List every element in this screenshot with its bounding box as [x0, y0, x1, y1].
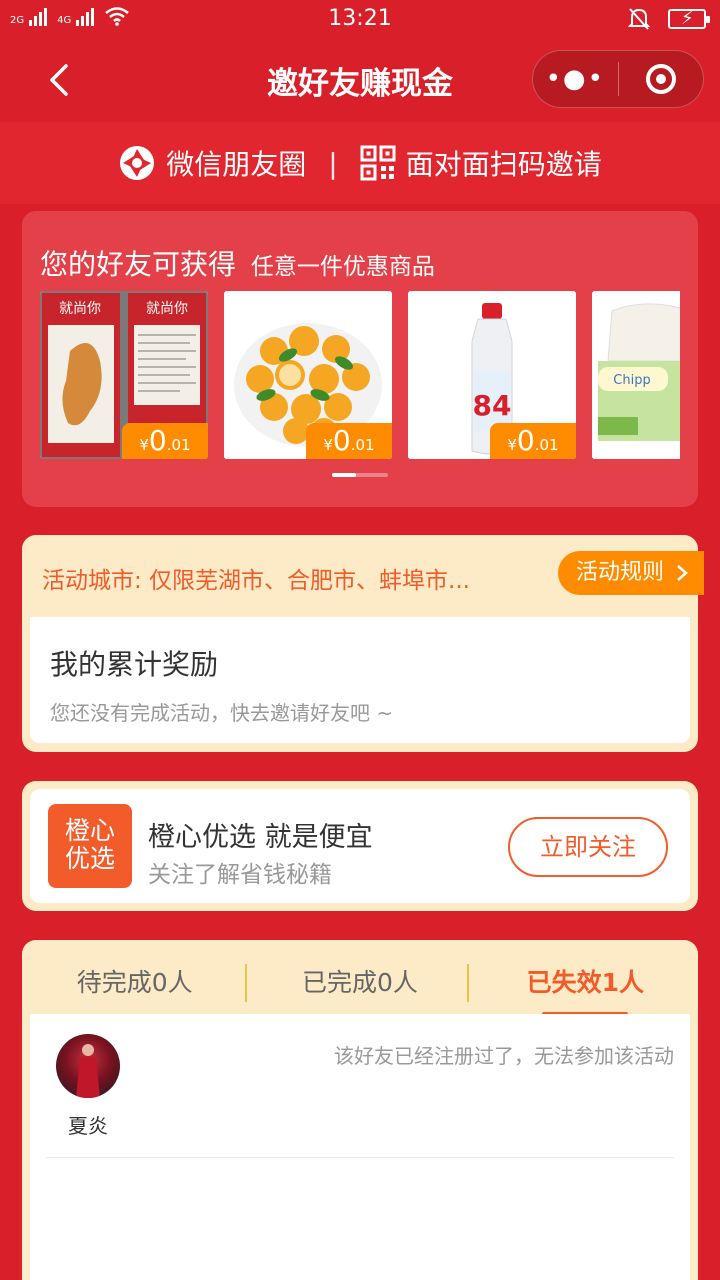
- follow-card: 橙心 优选 橙心优选 就是便宜 关注了解省钱秘籍 立即关注: [22, 781, 698, 911]
- friends-tabs: 待完成0人 已完成0人 已失效1人: [22, 940, 698, 1016]
- svg-text:84: 84: [473, 389, 512, 422]
- bell-off-icon: [628, 8, 650, 30]
- brand-logo-line2: 优选: [64, 844, 115, 873]
- tab-expired[interactable]: 已失效1人: [473, 940, 698, 1016]
- price-integer: 0: [148, 424, 167, 457]
- avatar-image: [76, 1044, 100, 1098]
- friends-list: 夏炎 该好友已经注册过了，无法参加该活动: [30, 1014, 690, 1280]
- more-dots-icon[interactable]: •●•: [533, 50, 618, 108]
- share-row: 微信朋友圈 | 面对面扫码邀请: [0, 122, 720, 204]
- goods-item[interactable]: 84 ¥0.01: [408, 291, 576, 459]
- currency-symbol: ¥: [139, 436, 149, 454]
- battery-charging-icon: ⚡: [668, 8, 710, 29]
- prize-title-main: 您的好友可获得: [40, 248, 237, 281]
- status-bar: 2G 4G 13:21 ⚡: [0, 0, 720, 40]
- price-integer: 0: [332, 424, 351, 457]
- carousel-indicator: [332, 473, 388, 477]
- brand-logo-line1: 橙心: [64, 816, 115, 845]
- price-tag: ¥0.01: [122, 423, 208, 459]
- share-qr-label: 面对面扫码邀请: [405, 148, 602, 181]
- svg-text:Chipp: Chipp: [613, 373, 650, 388]
- activity-city-text: 活动城市: 仅限芜湖市、合肥市、蚌埠市...: [42, 568, 470, 594]
- nav-bar: 邀好友赚现金 •●•: [0, 40, 720, 122]
- follow-title: 橙心优选 就是便宜: [148, 822, 373, 853]
- reward-panel: 我的累计奖励 您还没有完成活动，快去邀请好友吧 ~: [30, 617, 690, 743]
- avatar: [56, 1034, 120, 1098]
- price-tag: ¥0.01: [306, 423, 392, 459]
- follow-button[interactable]: 立即关注: [508, 817, 668, 877]
- goods-item[interactable]: ¥0.01: [224, 291, 392, 459]
- reward-title: 我的累计奖励: [50, 648, 219, 681]
- list-item: 夏炎 该好友已经注册过了，无法参加该活动: [46, 1014, 674, 1158]
- brand-logo: 橙心 优选: [48, 804, 132, 888]
- price-integer: 0: [516, 424, 535, 457]
- price-decimal: .01: [350, 436, 375, 454]
- camera-shutter-icon: [120, 146, 155, 180]
- friends-card: 待完成0人 已完成0人 已失效1人 夏炎 该好友已经注册过了，无法参加该活动: [22, 940, 698, 1280]
- friend-name: 夏炎: [68, 1114, 108, 1138]
- price-tag: ¥0.01: [490, 423, 576, 459]
- mini-program-capsule: •●•: [532, 50, 704, 108]
- tab-divider: [467, 964, 469, 1002]
- currency-symbol: ¥: [507, 436, 517, 454]
- share-divider: |: [328, 146, 338, 180]
- tab-completed[interactable]: 已完成0人: [247, 940, 472, 1014]
- follow-panel: 橙心 优选 橙心优选 就是便宜 关注了解省钱秘籍 立即关注: [30, 789, 690, 903]
- prize-title-sub: 任意一件优惠商品: [250, 254, 435, 280]
- status-icons: ⚡: [628, 7, 710, 31]
- svg-text:就尚你: 就尚你: [146, 301, 188, 317]
- clock: 13:21: [328, 6, 392, 31]
- share-moments-label: 微信朋友圈: [166, 148, 307, 181]
- price-decimal: .01: [166, 436, 191, 454]
- qr-code-icon: [360, 145, 396, 181]
- share-moments-button[interactable]: 微信朋友圈: [118, 143, 306, 183]
- product-image-tissue: Chipp: [592, 291, 680, 459]
- chevron-right-icon: [677, 565, 688, 581]
- goods-item[interactable]: 就尚你 就尚你 ¥0.01: [40, 291, 208, 459]
- tab-pending[interactable]: 待完成0人: [22, 940, 247, 1014]
- follow-subtitle: 关注了解省钱秘籍: [148, 862, 332, 888]
- share-qr-button[interactable]: 面对面扫码邀请: [360, 143, 602, 183]
- goods-carousel[interactable]: 就尚你 就尚你 ¥0.01 ¥0.01 84 ¥0.01 Chipp: [40, 291, 680, 459]
- tab-divider: [245, 964, 247, 1002]
- price-decimal: .01: [534, 436, 559, 454]
- friend-status: 该好友已经注册过了，无法参加该活动: [334, 1044, 674, 1068]
- prize-title: 您的好友可获得 任意一件优惠商品: [40, 243, 435, 283]
- activity-rules-button[interactable]: 活动规则: [558, 551, 704, 595]
- activity-rules-label: 活动规则: [576, 560, 665, 585]
- prize-card: 您的好友可获得 任意一件优惠商品 就尚你 就尚你 ¥0.01 ¥0.01 84 …: [22, 211, 698, 507]
- svg-text:就尚你: 就尚你: [59, 301, 101, 317]
- target-icon: [645, 64, 676, 94]
- goods-item[interactable]: Chipp: [592, 291, 680, 459]
- currency-symbol: ¥: [323, 436, 333, 454]
- activity-card: 活动城市: 仅限芜湖市、合肥市、蚌埠市... 活动规则 我的累计奖励 您还没有完…: [22, 535, 704, 752]
- close-button[interactable]: [619, 50, 704, 108]
- reward-subtitle: 您还没有完成活动，快去邀请好友吧 ~: [50, 701, 394, 725]
